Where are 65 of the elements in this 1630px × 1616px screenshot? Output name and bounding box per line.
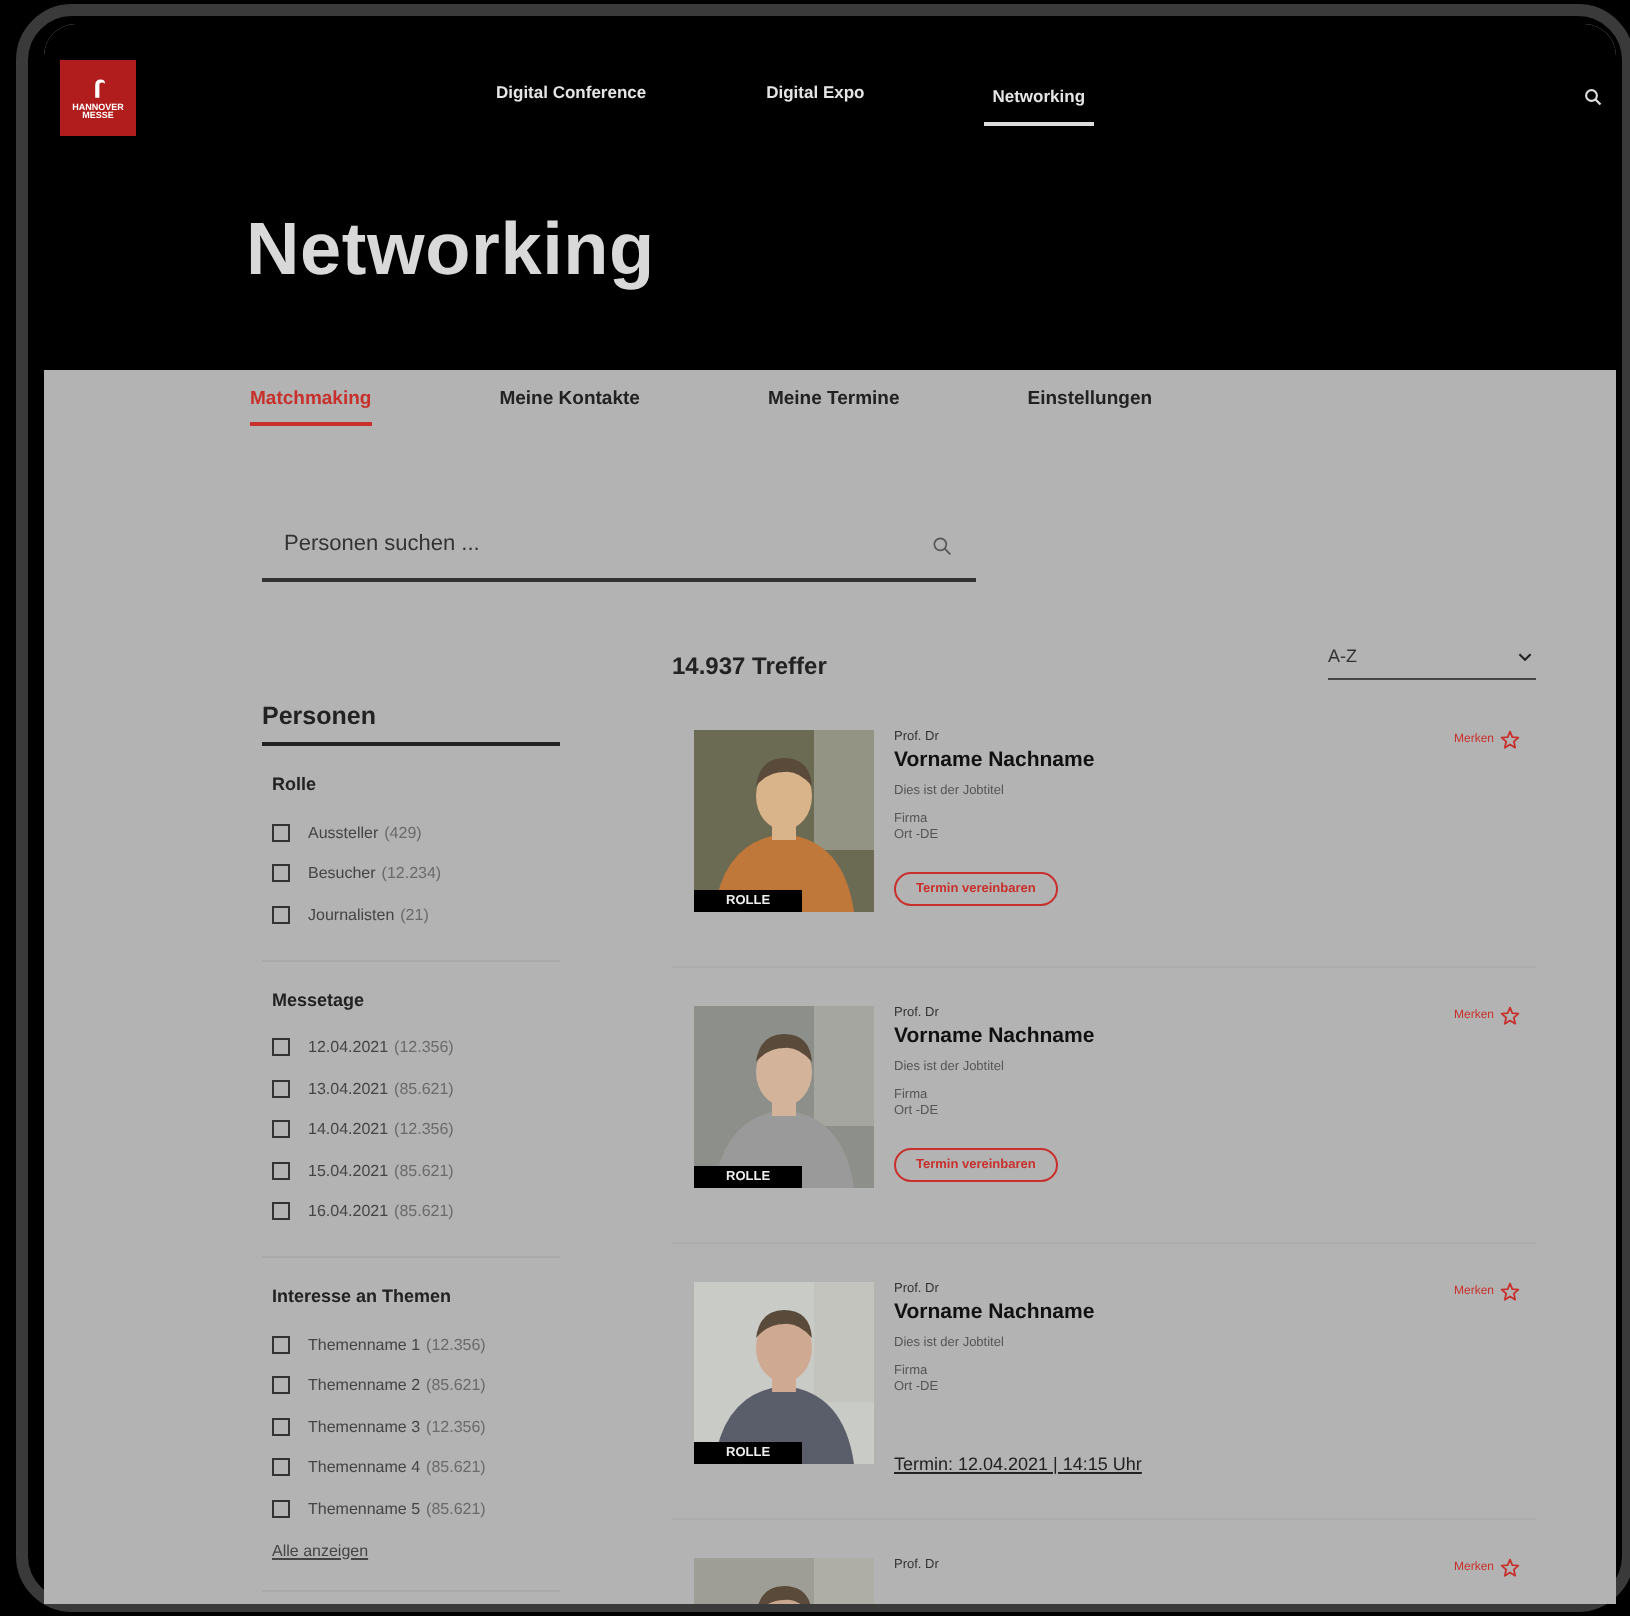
checkbox[interactable] xyxy=(272,1120,290,1139)
filter-count: (12.356) xyxy=(426,1335,486,1354)
checkbox[interactable] xyxy=(272,1376,290,1395)
filter-label: 16.04.2021 xyxy=(308,1202,389,1221)
filter-group-title: Messetage xyxy=(272,989,367,1009)
filter-label: Themenname 5 xyxy=(308,1499,421,1518)
filter-group-title: Interesse an Themen xyxy=(272,1286,454,1306)
filter-label: 13.04.2021 xyxy=(308,1079,389,1098)
filter-count: (85.621) xyxy=(394,1079,454,1098)
star-icon[interactable] xyxy=(1500,730,1520,750)
person-name[interactable]: Vorname Nachname xyxy=(894,748,1095,772)
result-count: 14.937 Treffer xyxy=(672,652,827,680)
star-icon[interactable] xyxy=(1500,1282,1520,1302)
tab[interactable]: Meine Kontakte xyxy=(499,388,640,426)
show-all-link[interactable]: Alle anzeigen xyxy=(272,1541,369,1559)
nav-link[interactable]: Networking xyxy=(984,70,1094,126)
filter-count: (12.234) xyxy=(381,864,442,883)
page-title: Networking xyxy=(246,208,657,292)
chevron-icon xyxy=(1518,651,1532,661)
filter-label: Themenname 1 xyxy=(308,1335,421,1354)
sort-dropdown[interactable]: A-Z xyxy=(1328,646,1536,680)
filter-count: (12.356) xyxy=(394,1038,454,1057)
filter-label: Themenname 2 xyxy=(308,1376,421,1395)
filter-count: (85.621) xyxy=(426,1499,486,1518)
filter-label: 15.04.2021 xyxy=(308,1161,389,1180)
checkbox[interactable] xyxy=(272,823,290,842)
tab[interactable]: Meine Termine xyxy=(767,388,900,426)
filter-label: Journalisten xyxy=(308,905,395,924)
checkbox[interactable] xyxy=(272,1202,290,1221)
search-icon[interactable] xyxy=(1584,88,1602,106)
checkbox[interactable] xyxy=(272,1335,290,1354)
person-name[interactable]: Vorname Nachname xyxy=(894,1024,1095,1048)
filter-label: 14.04.2021 xyxy=(308,1120,389,1139)
checkbox[interactable] xyxy=(272,864,290,883)
filter-label: Themenname 4 xyxy=(308,1458,421,1477)
sidebar-title: Personen xyxy=(262,702,560,746)
checkbox[interactable] xyxy=(272,1079,290,1098)
star-icon[interactable] xyxy=(1500,1558,1520,1578)
filter-count: (429) xyxy=(384,823,422,842)
checkbox[interactable] xyxy=(272,1458,290,1477)
filter-count: (12.356) xyxy=(394,1120,454,1139)
filter-count: (85.621) xyxy=(394,1161,454,1180)
filter-count: (21) xyxy=(400,905,429,924)
filter-label: Themenname 3 xyxy=(308,1417,421,1436)
search-icon xyxy=(932,536,952,556)
nav-link[interactable]: Digital Expo xyxy=(766,70,865,126)
checkbox[interactable] xyxy=(272,1499,290,1518)
nav-link[interactable]: Digital Conference xyxy=(496,70,647,126)
checkbox[interactable] xyxy=(272,1038,290,1057)
filter-count: (85.621) xyxy=(426,1458,486,1477)
filter-label: 12.04.2021 xyxy=(308,1038,389,1057)
filter-label: Besucher xyxy=(308,864,376,883)
filter-label: Aussteller xyxy=(308,823,379,842)
tab[interactable]: Einstellungen xyxy=(1027,388,1153,426)
filter-group-title: Rolle xyxy=(272,774,319,794)
search-field[interactable]: Personen suchen ... xyxy=(262,510,976,582)
filter-count: (12.356) xyxy=(426,1417,486,1436)
checkbox[interactable] xyxy=(272,1417,290,1436)
appointment-link[interactable]: Termin: 12.04.2021 | 14:15 Uhr xyxy=(894,1454,1142,1474)
filter-count: (85.621) xyxy=(394,1202,454,1221)
filter-count: (85.621) xyxy=(426,1376,486,1395)
checkbox[interactable] xyxy=(272,905,290,924)
checkbox[interactable] xyxy=(272,1161,290,1180)
star-icon[interactable] xyxy=(1500,1006,1520,1026)
person-name[interactable]: Vorname Nachname xyxy=(894,1300,1142,1324)
